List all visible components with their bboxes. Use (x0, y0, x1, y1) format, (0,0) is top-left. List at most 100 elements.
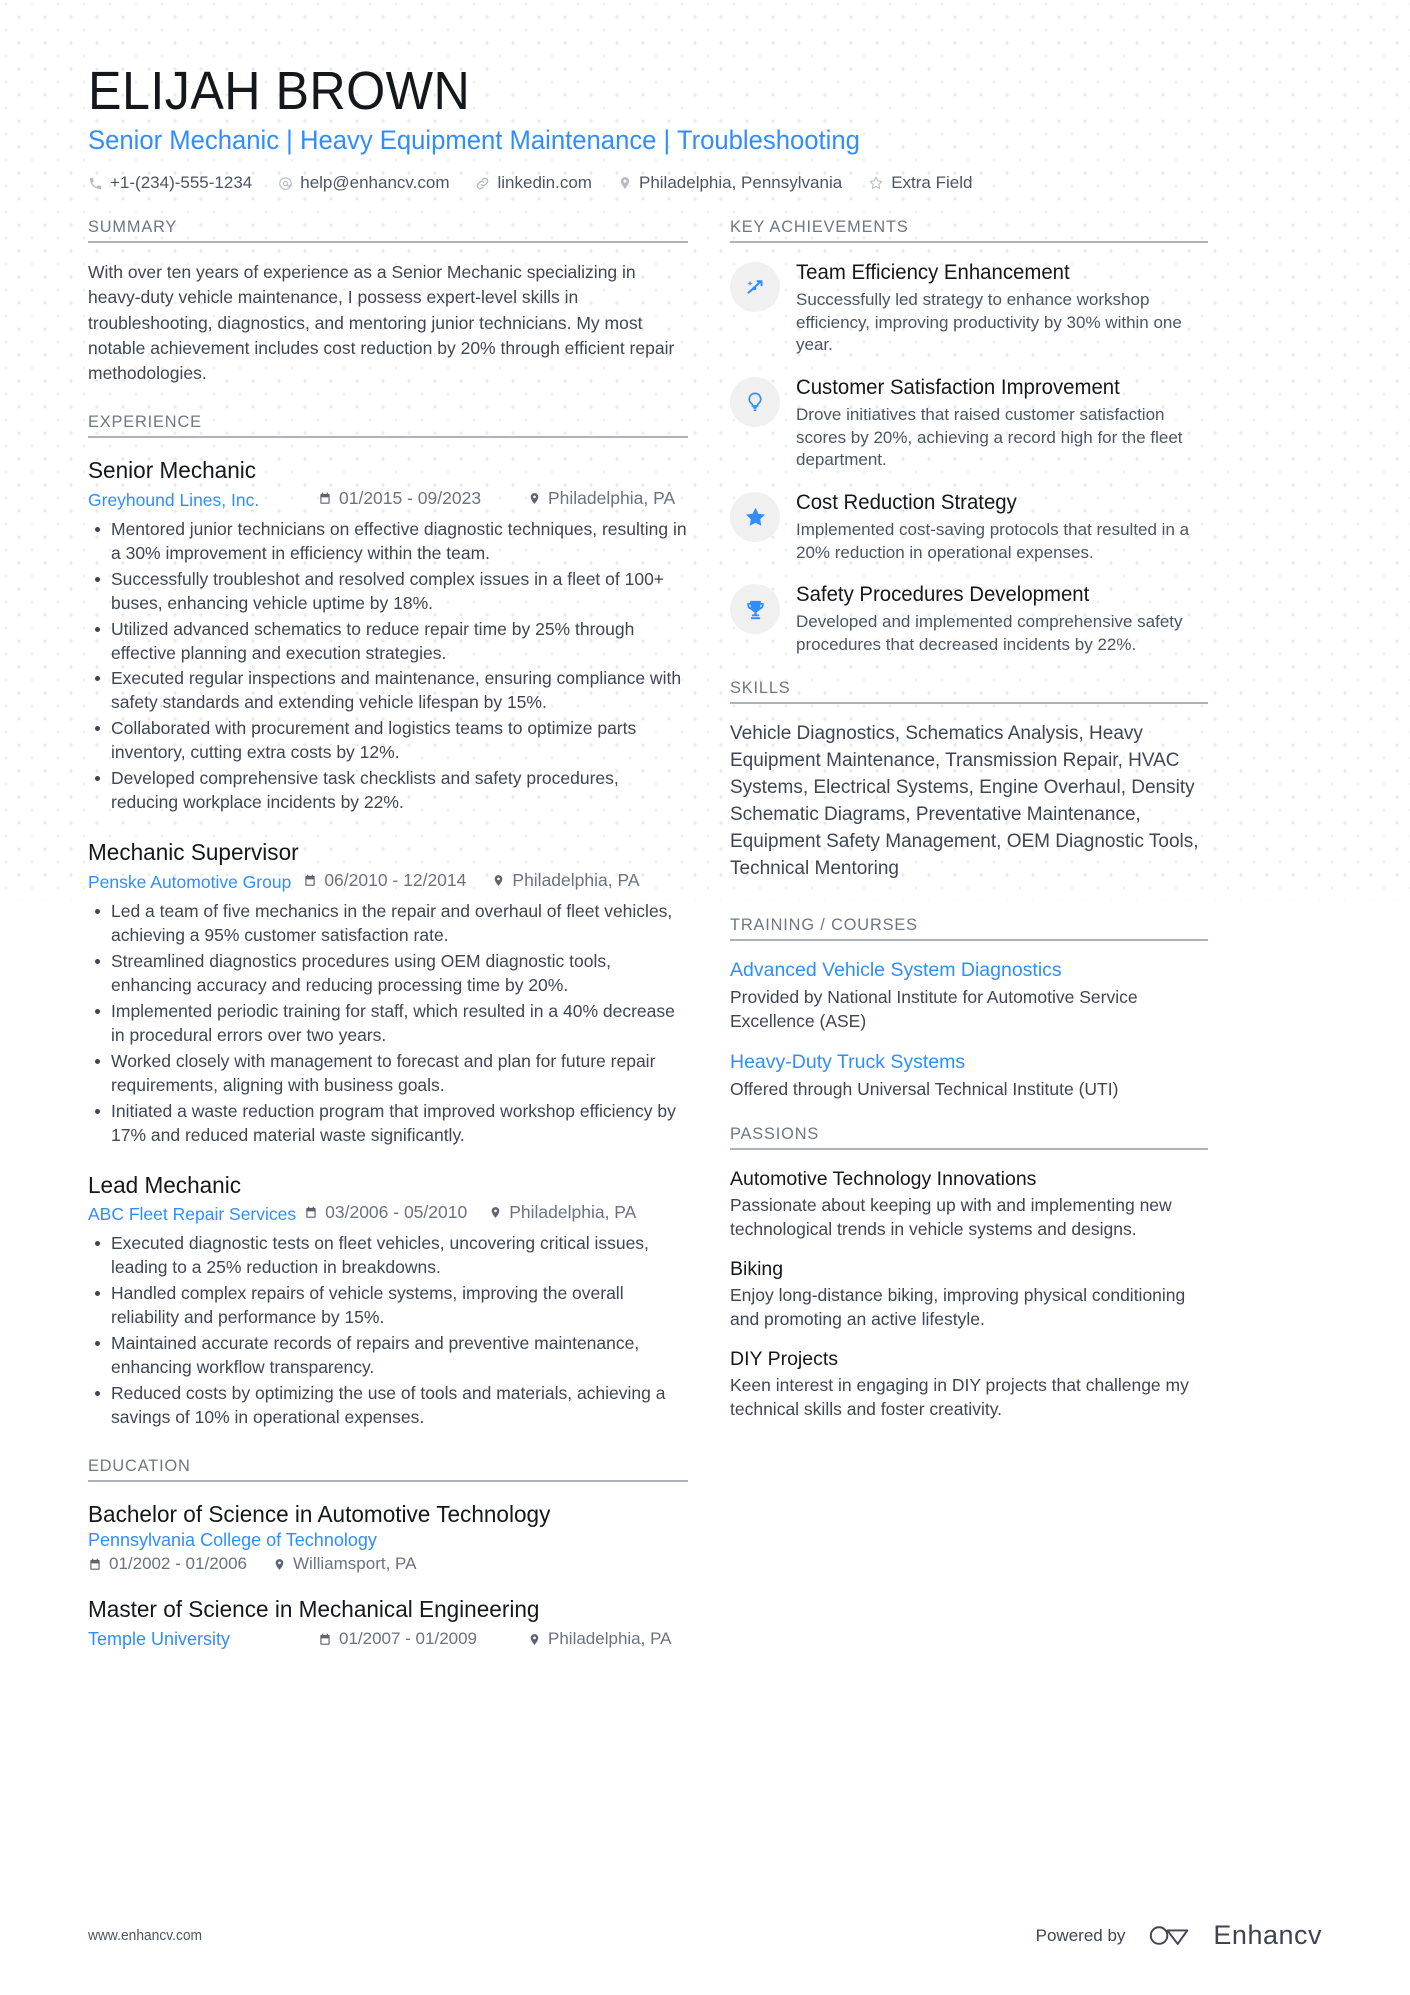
training-section-title: TRAINING / COURSES (730, 915, 918, 935)
job-dates-text: 01/2015 - 09/2023 (339, 487, 482, 508)
passions-section-title: PASSIONS (730, 1123, 820, 1143)
training-item: Advanced Vehicle System Diagnostics Prov… (730, 958, 1208, 1033)
job-location-text: Philadelphia, PA (509, 1202, 637, 1223)
section-skills: SKILLS Vehicle Diagnostics, Schematics A… (730, 678, 1208, 883)
training-name[interactable]: Advanced Vehicle System Diagnostics (730, 958, 1208, 983)
job-location: Philadelphia, PA (489, 1202, 636, 1223)
job-bullet: Implemented periodic training for staff,… (88, 1000, 688, 1048)
calendar-icon (304, 1205, 318, 1220)
job-bullet: Successfully troubleshot and resolved co… (88, 568, 688, 616)
experience-item: Senior Mechanic Greyhound Lines, Inc. 01… (88, 455, 688, 815)
calendar-icon (318, 491, 332, 506)
skills-list: Vehicle Diagnostics, Schematics Analysis… (730, 723, 1199, 880)
contact-email-text: help@enhancv.com (300, 173, 450, 193)
experience-section-title: EXPERIENCE (88, 412, 202, 432)
achievement-text: Developed and implemented comprehensive … (796, 612, 1183, 654)
summary-text: With over ten years of experience as a S… (88, 262, 675, 383)
job-company[interactable]: Penske Automotive Group (88, 872, 291, 893)
contact-email[interactable]: help@enhancv.com (278, 173, 449, 193)
education-meta: Temple University 01/2007 - 01/2009 Phil… (88, 1629, 688, 1650)
section-education: EDUCATION Bachelor of Science in Automot… (88, 1456, 688, 1650)
education-degree: Bachelor of Science in Automotive Techno… (88, 1500, 551, 1527)
job-bullet: Handled complex repairs of vehicle syste… (88, 1282, 688, 1330)
passion-name: Automotive Technology Innovations (730, 1167, 1037, 1190)
star-icon (868, 175, 884, 191)
passion-item: Automotive Technology Innovations Passio… (730, 1167, 1208, 1241)
skills-divider (730, 702, 1208, 705)
job-company[interactable]: Greyhound Lines, Inc. (88, 490, 318, 511)
training-name[interactable]: Heavy-Duty Truck Systems (730, 1050, 1208, 1075)
location-pin-icon (489, 1205, 502, 1220)
section-key-achievements: KEY ACHIEVEMENTS Team Efficiency Enhance… (730, 217, 1208, 656)
education-school[interactable]: Temple University (88, 1629, 318, 1650)
experience-item: Mechanic Supervisor Penske Automotive Gr… (88, 837, 688, 1147)
education-location: Williamsport, PA (273, 1554, 416, 1574)
education-item: Bachelor of Science in Automotive Techno… (88, 1499, 688, 1575)
location-pin-icon (492, 873, 505, 888)
location-pin-icon (273, 1557, 286, 1572)
education-location: Philadelphia, PA (528, 1629, 672, 1649)
job-bullets: Led a team of five mechanics in the repa… (88, 900, 688, 1148)
resume-page: ELIJAH BROWN Senior Mechanic | Heavy Equ… (0, 0, 1410, 1995)
achievement-item: Cost Reduction Strategy Implemented cost… (730, 490, 1208, 564)
job-dates: 06/2010 - 12/2014 (303, 870, 466, 891)
section-training: TRAINING / COURSES Advanced Vehicle Syst… (730, 915, 1208, 1102)
passion-desc: Passionate about keeping up with and imp… (730, 1194, 1172, 1239)
job-bullet: Collaborated with procurement and logist… (88, 717, 688, 765)
passions-divider (730, 1147, 1208, 1150)
achievement-text: Drove initiatives that raised customer s… (796, 405, 1183, 470)
calendar-icon (303, 873, 317, 888)
enhancv-logo-icon (1147, 1921, 1201, 1951)
education-location-text: Williamsport, PA (293, 1554, 417, 1574)
job-bullet: Worked closely with management to foreca… (88, 1050, 688, 1098)
passion-item: Biking Enjoy long-distance biking, impro… (730, 1257, 1208, 1331)
training-item: Heavy-Duty Truck Systems Offered through… (730, 1050, 1208, 1102)
training-divider (730, 939, 1208, 942)
achievement-heading: Customer Satisfaction Improvement (796, 376, 1120, 400)
footer-website[interactable]: www.enhancv.com (88, 1927, 202, 1944)
passion-desc: Keen interest in engaging in DIY project… (730, 1375, 1189, 1419)
achievement-text: Implemented cost-saving protocols that r… (796, 519, 1190, 562)
job-bullet: Maintained accurate records of repairs a… (88, 1332, 688, 1380)
magic-wand-icon (730, 262, 780, 313)
achievements-section-title: KEY ACHIEVEMENTS (730, 217, 909, 237)
location-pin-icon (618, 175, 632, 191)
job-company[interactable]: ABC Fleet Repair Services (88, 1204, 296, 1225)
job-meta: ABC Fleet Repair Services 03/2006 - 05/2… (88, 1202, 688, 1225)
job-meta: Penske Automotive Group 06/2010 - 12/201… (88, 870, 688, 893)
job-bullet: Reduced costs by optimizing the use of t… (88, 1382, 688, 1430)
experience-divider (88, 436, 688, 439)
job-dates-text: 06/2010 - 12/2014 (324, 869, 467, 890)
footer-branding: Powered by Enhancv (1036, 1920, 1322, 1951)
resume-header: ELIJAH BROWN Senior Mechanic | Heavy Equ… (88, 62, 1322, 193)
contact-link[interactable]: linkedin.com (475, 173, 592, 193)
job-location-text: Philadelphia, PA (512, 869, 640, 890)
education-school[interactable]: Pennsylvania College of Technology (88, 1530, 688, 1551)
job-dates: 03/2006 - 05/2010 (304, 1202, 467, 1223)
link-icon (475, 176, 490, 191)
contact-extra-field[interactable]: Extra Field (868, 173, 972, 193)
job-bullets: Mentored junior technicians on effective… (88, 518, 688, 816)
resume-footer: www.enhancv.com Powered by Enhancv (0, 1920, 1410, 1995)
job-bullet: Led a team of five mechanics in the repa… (88, 900, 688, 948)
job-meta: Greyhound Lines, Inc. 01/2015 - 09/2023 (88, 488, 688, 511)
education-degree: Master of Science in Mechanical Engineer… (88, 1596, 540, 1623)
achievement-body: Customer Satisfaction Improvement Drove … (796, 375, 1208, 472)
contact-phone[interactable]: +1-(234)-555-1234 (88, 173, 252, 193)
achievement-heading: Safety Procedures Development (796, 583, 1090, 607)
contact-extra-field-text: Extra Field (891, 173, 973, 193)
candidate-headline: Senior Mechanic | Heavy Equipment Mainte… (88, 125, 860, 156)
job-bullet: Mentored junior technicians on effective… (88, 518, 688, 566)
lightbulb-icon (730, 377, 780, 428)
skills-section-title: SKILLS (730, 678, 791, 698)
experience-item: Lead Mechanic ABC Fleet Repair Services … (88, 1170, 688, 1430)
job-dates-text: 03/2006 - 05/2010 (325, 1202, 468, 1223)
achievement-body: Team Efficiency Enhancement Successfully… (796, 260, 1208, 357)
contact-location[interactable]: Philadelphia, Pennsylvania (618, 173, 842, 193)
education-dates-text: 01/2002 - 01/2006 (109, 1554, 248, 1574)
location-pin-icon (528, 1632, 541, 1647)
achievement-heading: Team Efficiency Enhancement (796, 261, 1070, 285)
resume-columns: SUMMARY With over ten years of experienc… (88, 217, 1322, 1670)
job-bullet: Executed diagnostic tests on fleet vehic… (88, 1232, 688, 1280)
summary-divider (88, 241, 688, 244)
